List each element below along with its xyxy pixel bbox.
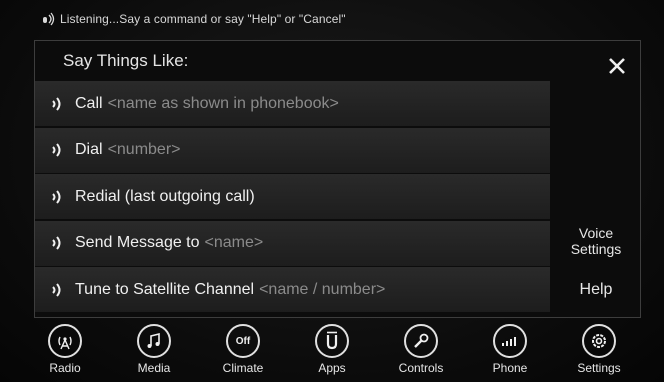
apps-icon [315, 324, 349, 358]
climate-off-glyph: Off [235, 335, 251, 347]
command-hint: <name> [204, 234, 264, 251]
nav-controls[interactable]: Controls [378, 324, 464, 380]
settings-icon [582, 324, 616, 358]
command-call[interactable]: Call <name as shown in phonebook> [35, 81, 550, 126]
nav-label: Settings [577, 361, 621, 375]
command-label: Dial [75, 141, 103, 158]
command-redial[interactable]: Redial (last outgoing call) [35, 174, 550, 219]
command-label: Send Message to [75, 234, 200, 251]
voice-waves-icon [52, 96, 61, 111]
nav-label: Phone [492, 361, 528, 375]
voice-waves-icon [52, 143, 61, 157]
voice-command-screen: Listening...Say a command or say "Help" … [0, 0, 664, 382]
command-dial[interactable]: Dial <number> [35, 127, 550, 173]
voice-commands-panel: Say Things Like: Call <name as shown in … [34, 40, 641, 318]
nav-radio[interactable]: Radio [22, 324, 108, 380]
help-button[interactable]: Help [552, 281, 640, 299]
nav-label: Controls [398, 361, 444, 375]
panel-header: Say Things Like: [35, 41, 550, 81]
command-send-message[interactable]: Send Message to <name> [35, 220, 550, 266]
nav-phone[interactable]: Phone [467, 324, 553, 380]
voice-settings-button[interactable]: Voice Settings [552, 225, 640, 257]
status-text: Listening...Say a command or say "Help" … [60, 12, 346, 26]
command-hint: <name as shown in phonebook> [107, 94, 339, 112]
radio-icon [48, 324, 82, 358]
nav-apps[interactable]: Apps [289, 324, 375, 380]
command-hint: <name / number> [259, 280, 386, 298]
nav-settings[interactable]: Settings [556, 324, 642, 380]
command-label: Tune to Satellite Channel [75, 280, 255, 298]
close-icon [609, 58, 625, 74]
command-label: Call [75, 94, 103, 112]
command-label: Redial (last outgoing call) [75, 187, 255, 205]
bottom-nav: Radio Media Off Climate Apps Controls Ph… [22, 324, 642, 380]
nav-label: Media [137, 361, 171, 375]
nav-label: Climate [222, 361, 264, 375]
status-bar: Listening...Say a command or say "Help" … [40, 8, 346, 30]
climate-icon: Off [226, 324, 260, 358]
close-button[interactable] [602, 51, 632, 81]
command-hint: <number> [107, 141, 181, 158]
nav-climate[interactable]: Off Climate [200, 324, 286, 380]
command-tune-satellite[interactable]: Tune to Satellite Channel <name / number… [35, 267, 550, 312]
nav-label: Radio [49, 361, 81, 375]
phone-icon [493, 324, 527, 358]
panel-title: Say Things Like: [63, 51, 189, 70]
microphone-icon [43, 12, 55, 26]
nav-media[interactable]: Media [111, 324, 197, 380]
command-list: Call <name as shown in phonebook> Dial <… [35, 81, 550, 314]
voice-waves-icon [52, 189, 61, 204]
media-icon [137, 324, 171, 358]
controls-icon [404, 324, 438, 358]
voice-waves-icon [52, 236, 61, 250]
voice-waves-icon [52, 282, 61, 297]
nav-label: Apps [318, 361, 346, 375]
